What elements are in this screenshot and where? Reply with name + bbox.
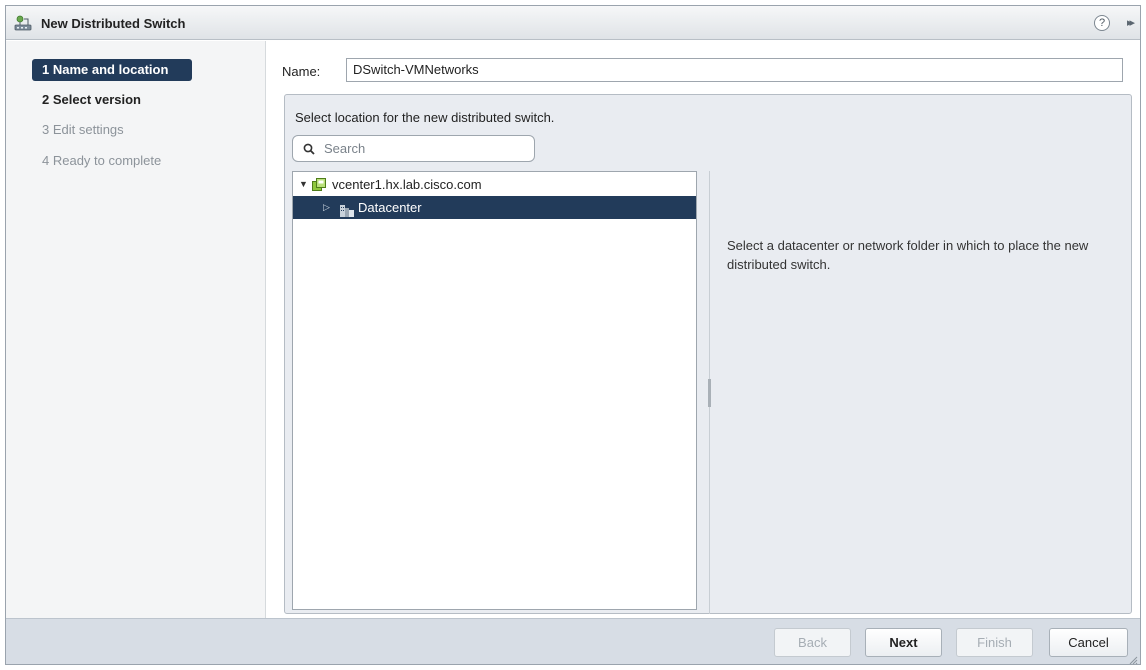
step-ready-to-complete: 4 Ready to complete xyxy=(42,153,162,168)
dialog-titlebar: New Distributed Switch ? ▸▸ xyxy=(6,6,1140,40)
cancel-button[interactable]: Cancel xyxy=(1049,628,1128,657)
search-placeholder: Search xyxy=(324,141,366,156)
expand-icon[interactable]: ▸▸ xyxy=(1127,16,1135,29)
wizard-steps-sidebar: 1 Name and location 2 Select version 3 E… xyxy=(6,41,266,619)
resize-grip-icon[interactable] xyxy=(1129,653,1138,665)
step-name-and-location[interactable]: 1 Name and location xyxy=(32,59,192,81)
search-input[interactable]: Search xyxy=(292,135,535,162)
back-button[interactable]: Back xyxy=(774,628,851,657)
help-icon[interactable]: ? xyxy=(1094,15,1110,31)
distributed-switch-icon xyxy=(14,14,32,32)
tree-node-datacenter[interactable]: ▷ Datacenter xyxy=(293,196,696,219)
dialog-footer: Back Next Finish Cancel xyxy=(6,618,1140,665)
tree-node-label: Datacenter xyxy=(358,200,422,215)
splitter-handle[interactable] xyxy=(708,379,711,407)
tree-node-vcenter[interactable]: ▼ vcenter1.hx.lab.cisco.com xyxy=(293,173,696,196)
name-label: Name: xyxy=(282,64,321,79)
finish-button[interactable]: Finish xyxy=(956,628,1033,657)
location-prompt: Select location for the new distributed … xyxy=(295,110,555,125)
search-icon xyxy=(303,143,315,155)
new-distributed-switch-dialog: New Distributed Switch ? ▸▸ 1 Name and l… xyxy=(5,5,1141,665)
step-edit-settings: 3 Edit settings xyxy=(42,122,124,137)
next-button[interactable]: Next xyxy=(865,628,942,657)
collapsed-arrow-icon[interactable]: ▷ xyxy=(323,196,330,219)
dialog-title: New Distributed Switch xyxy=(41,16,186,31)
name-input[interactable]: DSwitch-VMNetworks xyxy=(346,58,1123,82)
datacenter-icon xyxy=(340,201,354,217)
expanded-arrow-icon[interactable]: ▼ xyxy=(299,173,308,196)
location-panel: Select location for the new distributed … xyxy=(284,94,1132,614)
vcenter-icon xyxy=(312,177,327,192)
tree-node-label: vcenter1.hx.lab.cisco.com xyxy=(332,177,482,192)
location-help-text: Select a datacenter or network folder in… xyxy=(727,238,1089,272)
location-tree: ▼ vcenter1.hx.lab.cisco.com ▷ Datacenter xyxy=(292,171,697,610)
step-select-version[interactable]: 2 Select version xyxy=(32,89,192,111)
